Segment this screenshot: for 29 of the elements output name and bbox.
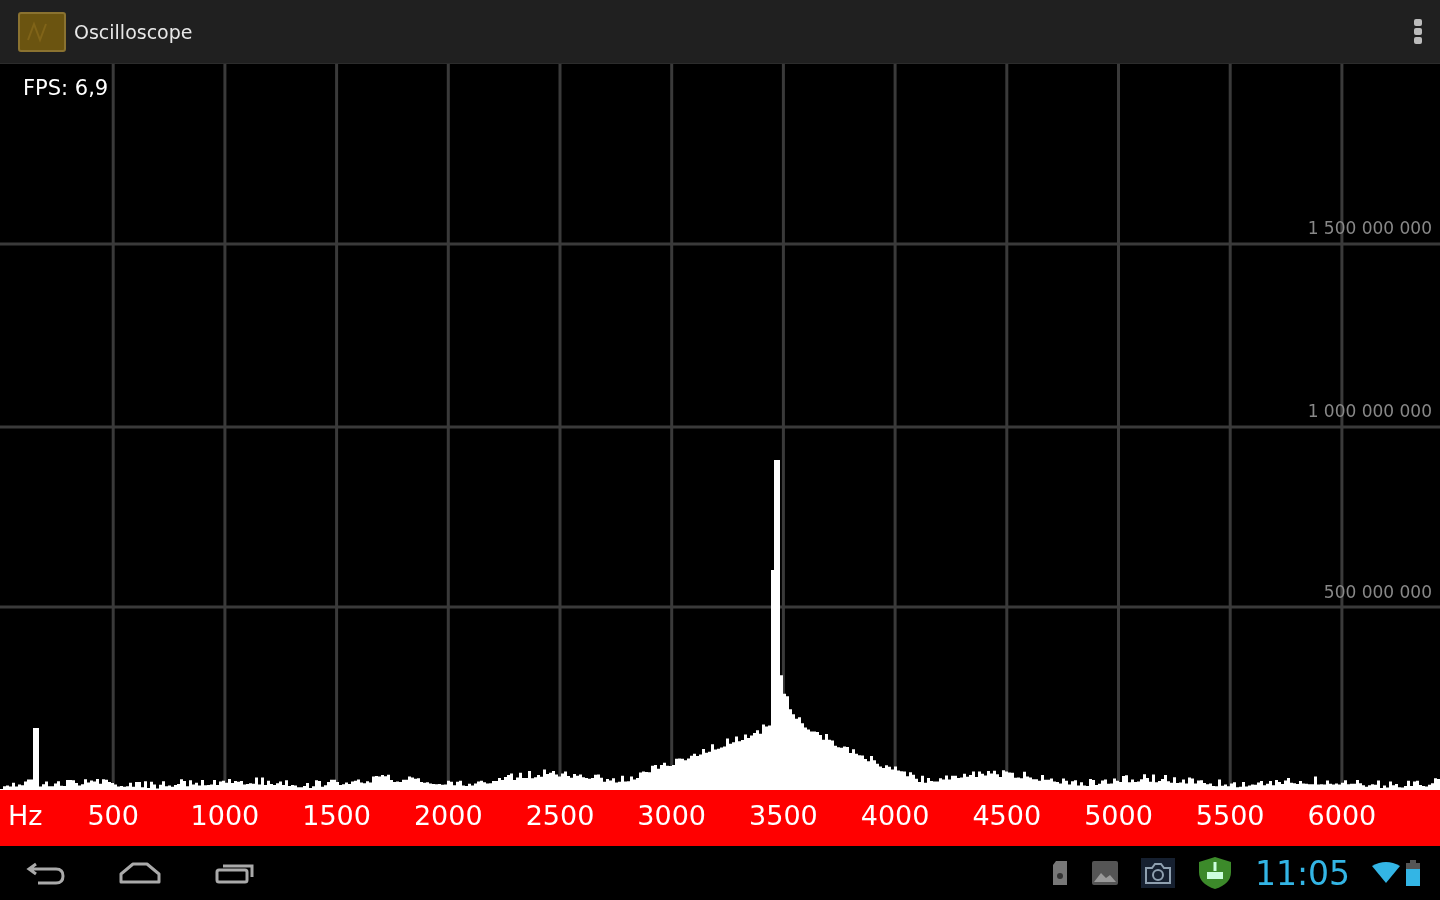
- x-axis-label: 1500: [302, 800, 371, 831]
- clock: 11:05: [1254, 853, 1350, 893]
- shield-icon[interactable]: [1196, 856, 1233, 890]
- x-axis-label: 5000: [1084, 800, 1153, 831]
- x-axis-label: 2500: [525, 800, 595, 831]
- y-axis-label: 500 000 000: [1323, 582, 1432, 602]
- back-icon[interactable]: [26, 860, 66, 886]
- x-axis-label: 3500: [749, 800, 818, 831]
- x-axis-label: 500: [87, 800, 139, 831]
- x-axis-label: 4500: [972, 800, 1042, 831]
- app-icon[interactable]: [18, 11, 66, 52]
- y-axis-label: 1 500 000 000: [1307, 218, 1432, 238]
- x-axis-label: 3000: [637, 800, 707, 831]
- wifi-icon: [1372, 862, 1400, 884]
- image-icon[interactable]: [1090, 860, 1119, 886]
- x-axis-label: 5500: [1195, 800, 1265, 831]
- camera-icon[interactable]: [1140, 858, 1175, 888]
- x-axis-label: 2000: [413, 800, 483, 831]
- overflow-menu-icon[interactable]: [1414, 18, 1422, 45]
- x-axis-label: 1000: [190, 800, 260, 831]
- fps-label: FPS: 6,9: [23, 76, 109, 100]
- sd-card-icon[interactable]: [1050, 860, 1069, 886]
- x-axis-unit: Hz: [8, 800, 43, 831]
- home-icon[interactable]: [118, 861, 162, 885]
- battery-icon: [1406, 860, 1420, 886]
- x-axis-label: 4000: [860, 800, 930, 831]
- x-axis-label: 6000: [1307, 800, 1377, 831]
- y-axis-label: 1 000 000 000: [1307, 401, 1432, 421]
- app-title: Oscilloscope: [74, 20, 193, 43]
